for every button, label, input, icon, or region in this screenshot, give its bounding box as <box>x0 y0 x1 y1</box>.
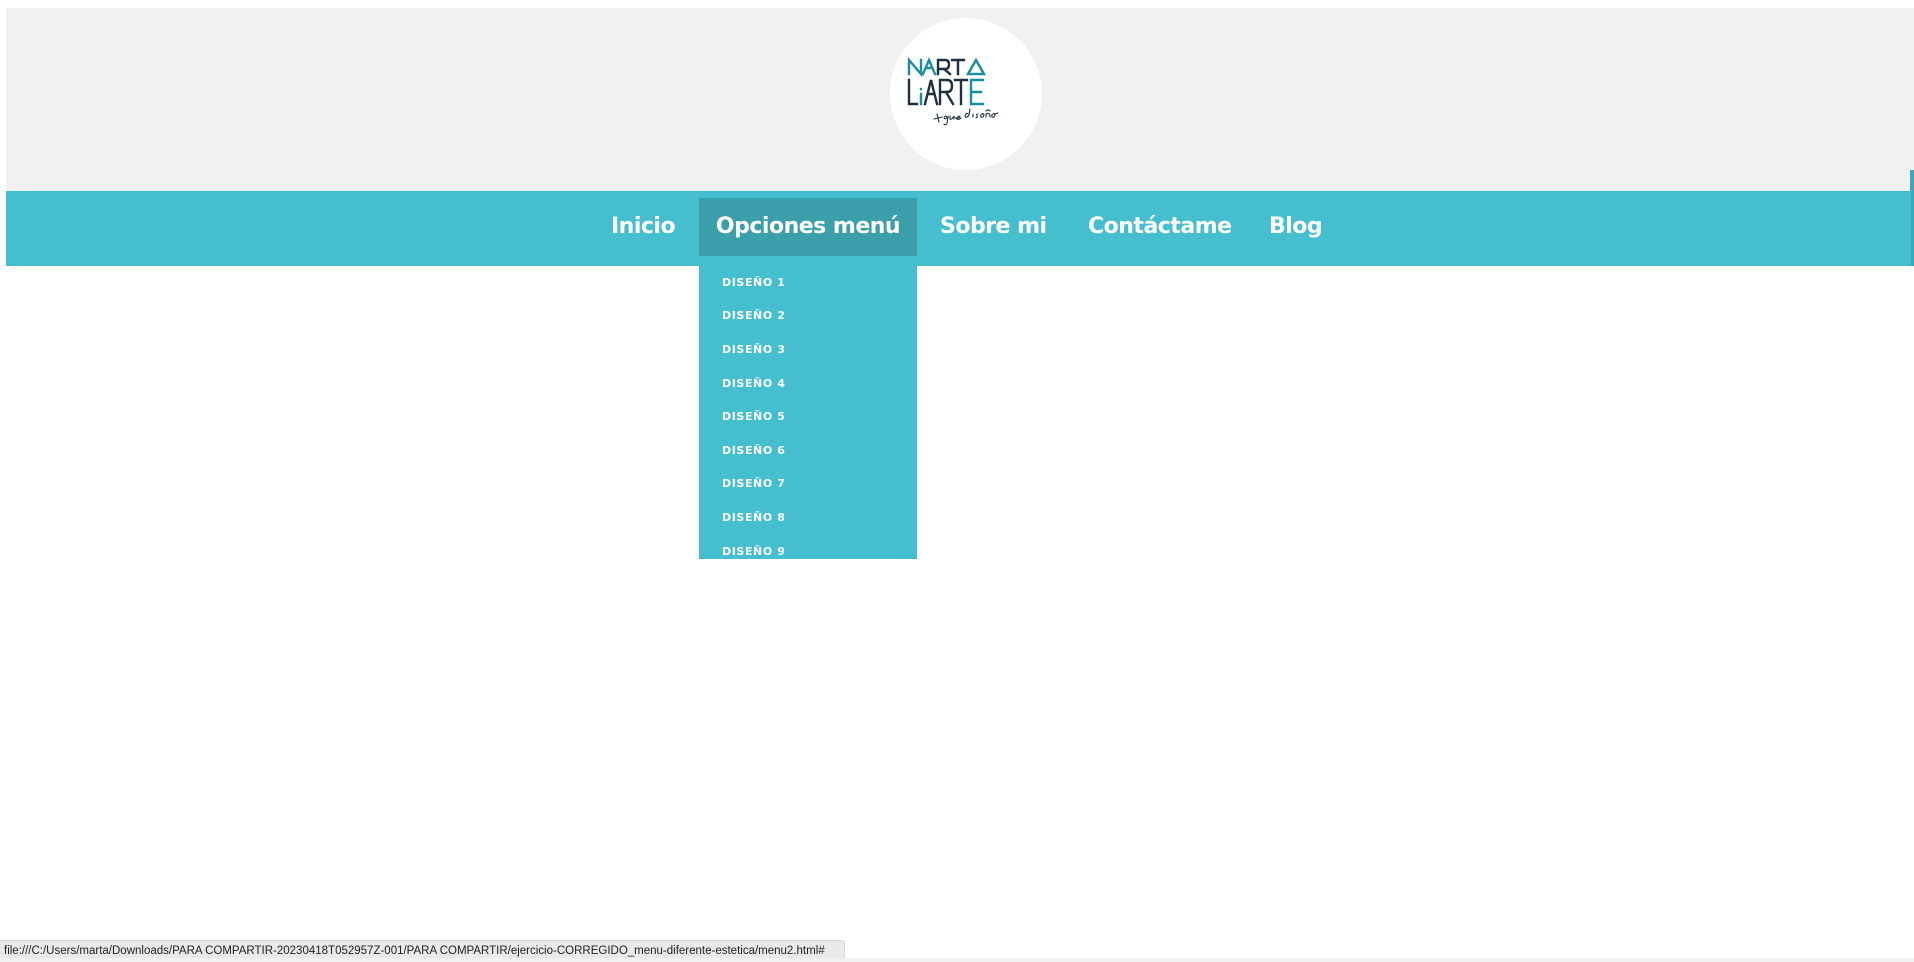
site-header <box>6 8 1914 191</box>
dropdown-item-diseno-4[interactable]: DISEÑO 4 <box>722 374 786 394</box>
nav-item-sobre-mi[interactable]: Sobre mi <box>940 198 1047 256</box>
dropdown-item-diseno-5[interactable]: DISEÑO 5 <box>722 407 786 427</box>
dropdown-menu: DISEÑO 1 DISEÑO 2 DISEÑO 3 DISEÑO 4 DISE… <box>699 266 917 559</box>
dropdown-item-diseno-8[interactable]: DISEÑO 8 <box>722 508 786 528</box>
nav-item-inicio[interactable]: Inicio <box>611 198 676 256</box>
page: Inicio Opciones menú Sobre mi Contáctame… <box>0 0 1914 962</box>
dropdown-item-diseno-1[interactable]: DISEÑO 1 <box>722 273 786 293</box>
main-nav: Inicio Opciones menú Sobre mi Contáctame… <box>6 191 1911 266</box>
dropdown-item-diseno-2[interactable]: DISEÑO 2 <box>722 306 786 326</box>
dropdown-item-diseno-7[interactable]: DISEÑO 7 <box>722 474 786 494</box>
window-bottom-border <box>0 958 1914 962</box>
nav-item-contactame[interactable]: Contáctame <box>1088 198 1232 256</box>
dropdown-item-diseno-3[interactable]: DISEÑO 3 <box>722 340 786 360</box>
nav-item-opciones-menu[interactable]: Opciones menú <box>699 198 917 256</box>
dropdown-item-diseno-6[interactable]: DISEÑO 6 <box>722 441 786 461</box>
dropdown-item-diseno-9[interactable]: DISEÑO 9 <box>722 542 786 562</box>
logo[interactable] <box>890 18 1042 170</box>
logo-mark <box>907 56 999 126</box>
nav-item-blog[interactable]: Blog <box>1269 198 1323 256</box>
status-bar-url: file:///C:/Users/marta/Downloads/PARA CO… <box>0 940 845 960</box>
